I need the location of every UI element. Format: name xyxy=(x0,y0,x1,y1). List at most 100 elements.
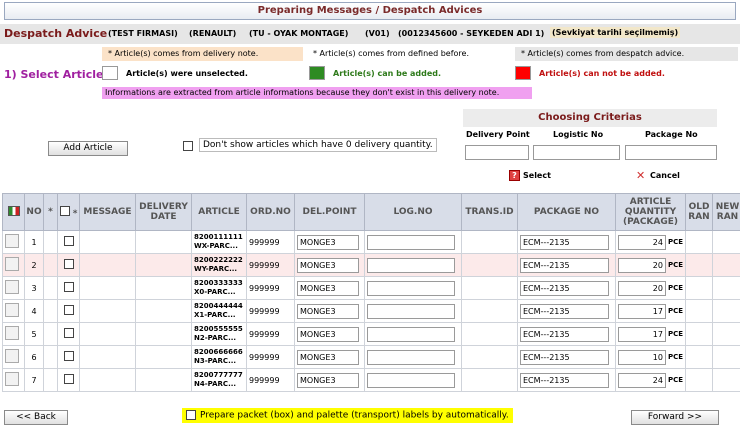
header-star-1: * xyxy=(43,193,58,231)
row-qty-input[interactable]: 20 xyxy=(618,257,666,273)
info-message: Informations are extracted from article … xyxy=(102,87,532,99)
version-label: (V01) xyxy=(365,29,390,38)
criteria-delivery-point-input[interactable] xyxy=(465,145,529,160)
row-article-name: N2-PARC... xyxy=(194,334,237,342)
row-qty-input[interactable]: 20 xyxy=(618,280,666,296)
cancel-label: Cancel xyxy=(650,171,680,180)
row-package-no-input[interactable]: ECM---2135 xyxy=(520,303,610,319)
legend-unselected-swatch xyxy=(102,66,118,80)
row-message xyxy=(79,253,136,277)
row-selector[interactable] xyxy=(5,372,19,386)
row-delivery-date xyxy=(135,299,192,323)
row-log-no-input[interactable] xyxy=(367,349,456,365)
row-log-no-input[interactable] xyxy=(367,326,456,342)
row-qty-input[interactable]: 17 xyxy=(618,303,666,319)
row-article-code: 8200222222 xyxy=(194,256,243,264)
header-select-all[interactable]: * xyxy=(57,193,80,231)
table-row: 7 8200777777 N4-PARC... 999999 MONGE3 ECM… xyxy=(2,368,740,392)
row-no: 5 xyxy=(24,322,44,346)
row-trans-id xyxy=(461,230,518,254)
row-article-name: N4-PARC... xyxy=(194,380,237,388)
row-package-no-input[interactable]: ECM---2135 xyxy=(520,234,610,250)
row-package-no-input[interactable]: ECM---2135 xyxy=(520,349,610,365)
row-del-point-input[interactable]: MONGE3 xyxy=(297,326,360,342)
row-message xyxy=(79,322,136,346)
row-ord-no: 999999 xyxy=(246,345,295,369)
select-button[interactable]: ? Select xyxy=(509,170,551,181)
auto-labels-checkbox[interactable] xyxy=(186,410,196,420)
row-checkbox[interactable] xyxy=(63,236,74,246)
row-del-point-input[interactable]: MONGE3 xyxy=(297,372,360,388)
row-qty-input[interactable]: 17 xyxy=(618,326,666,342)
row-log-no-input[interactable] xyxy=(367,257,456,273)
row-package-no-input[interactable]: ECM---2135 xyxy=(520,326,610,342)
row-checkbox[interactable] xyxy=(63,328,74,338)
hide-zero-qty-checkbox[interactable] xyxy=(183,141,193,151)
row-selector[interactable] xyxy=(5,280,19,294)
row-trans-id xyxy=(461,299,518,323)
row-log-no-input[interactable] xyxy=(367,372,456,388)
row-del-point-input[interactable]: MONGE3 xyxy=(297,234,360,250)
header-star-2: * xyxy=(72,208,78,219)
row-article-code: 8200111111 xyxy=(194,233,243,241)
row-del-point-input[interactable]: MONGE3 xyxy=(297,303,360,319)
row-del-point-input[interactable]: MONGE3 xyxy=(297,280,360,296)
legend-can-add: Article(s) can be added. xyxy=(333,69,442,78)
criteria-title: Choosing Criterias xyxy=(463,109,717,127)
row-checkbox[interactable] xyxy=(63,259,74,269)
row-selector[interactable] xyxy=(5,257,19,271)
row-ord-no: 999999 xyxy=(246,230,295,254)
row-selector[interactable] xyxy=(5,303,19,317)
row-qty-input[interactable]: 10 xyxy=(618,349,666,365)
row-package-no-input[interactable]: ECM---2135 xyxy=(520,280,610,296)
criteria-logistic-no-input[interactable] xyxy=(533,145,620,160)
row-new-ran xyxy=(712,368,740,392)
row-old-ran xyxy=(685,345,713,369)
row-delivery-date xyxy=(135,345,192,369)
row-article-code: 8200666666 xyxy=(194,348,243,356)
header-delivery-date: DELIVERY DATE xyxy=(135,193,192,231)
cancel-button[interactable]: ✕ Cancel xyxy=(636,170,680,181)
legend-cannot-add-swatch xyxy=(515,66,531,80)
add-article-button[interactable]: Add Article xyxy=(48,141,128,156)
row-log-no-input[interactable] xyxy=(367,234,456,250)
auto-labels-option[interactable]: Prepare packet (box) and palette (transp… xyxy=(182,408,513,423)
row-trans-id xyxy=(461,322,518,346)
row-package-no-input[interactable]: ECM---2135 xyxy=(520,257,610,273)
row-log-no-input[interactable] xyxy=(367,280,456,296)
consignee-name: (0012345600 - SEYKEDEN ADI 1) xyxy=(398,29,545,38)
row-unit: PCE xyxy=(667,307,683,315)
row-trans-id xyxy=(461,253,518,277)
row-unit: PCE xyxy=(667,238,683,246)
row-checkbox[interactable] xyxy=(63,282,74,292)
row-selector[interactable] xyxy=(5,349,19,363)
row-checkbox[interactable] xyxy=(63,305,74,315)
row-trans-id xyxy=(461,276,518,300)
legend-despatch-advice: * Article(s) comes from despatch advice. xyxy=(515,47,738,61)
row-old-ran xyxy=(685,253,713,277)
row-selector[interactable] xyxy=(5,326,19,340)
row-new-ran xyxy=(712,253,740,277)
row-package-no-input[interactable]: ECM---2135 xyxy=(520,372,610,388)
forward-button[interactable]: Forward >> xyxy=(631,410,719,425)
row-unit: PCE xyxy=(667,261,683,269)
row-checkbox[interactable] xyxy=(63,374,74,384)
back-button[interactable]: << Back xyxy=(4,410,68,425)
row-message xyxy=(79,368,136,392)
row-checkbox[interactable] xyxy=(63,351,74,361)
select-all-checkbox[interactable] xyxy=(59,205,70,216)
row-qty-input[interactable]: 24 xyxy=(618,372,666,388)
row-no: 3 xyxy=(24,276,44,300)
row-qty-input[interactable]: 24 xyxy=(618,234,666,250)
legend-defined-before: * Article(s) comes from defined before. xyxy=(307,47,511,61)
articles-table: NO * * MESSAGE DELIVERY DATE ARTICLE ORD… xyxy=(2,193,740,392)
row-del-point-input[interactable]: MONGE3 xyxy=(297,257,360,273)
criteria-package-no-input[interactable] xyxy=(625,145,717,160)
cancel-icon: ✕ xyxy=(636,169,646,182)
row-old-ran xyxy=(685,230,713,254)
row-log-no-input[interactable] xyxy=(367,303,456,319)
row-no: 1 xyxy=(24,230,44,254)
row-selector[interactable] xyxy=(5,234,19,248)
row-del-point-input[interactable]: MONGE3 xyxy=(297,349,360,365)
header-package-no: PACKAGE NO xyxy=(517,193,616,231)
